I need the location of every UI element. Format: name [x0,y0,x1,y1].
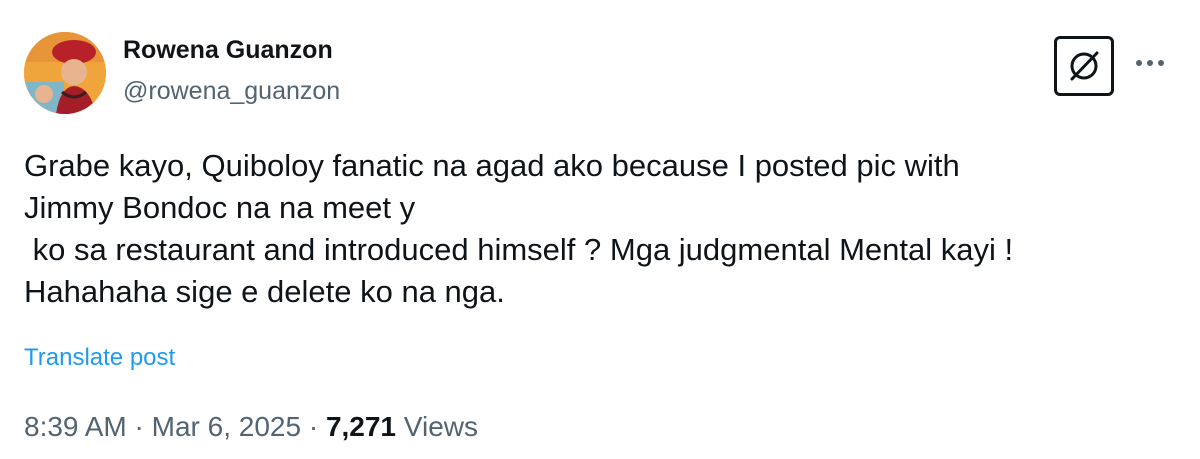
meta-separator: · [134,411,144,442]
post-text-line: Jimmy Bondoc na na meet y [24,190,416,225]
post-text: Grabe kayo, Quiboloy fanatic na agad ako… [24,145,1184,313]
post-text-line: Hahahaha sige e delete ko na nga. [24,274,505,309]
views-count: 7,271 [325,411,397,442]
post-time[interactable]: 8:39 AM [24,411,127,442]
author-display-name[interactable]: Rowena Guanzon [123,36,333,65]
more-horizontal-icon [1136,60,1164,66]
post-date[interactable]: Mar 6, 2025 [152,411,301,442]
views-label: Views [403,411,478,442]
translate-post-link[interactable]: Translate post [24,344,175,372]
author-handle[interactable]: @rowena_guanzon [123,77,340,106]
post-text-line: Grabe kayo, Quiboloy fanatic na agad ako… [24,148,960,183]
grok-icon [1070,51,1099,81]
post-metadata: 8:39 AM · Mar 6, 2025 · 7,271 Views [24,411,478,443]
meta-separator: · [308,411,319,442]
more-options-button[interactable] [1130,48,1170,78]
tweet: Rowena Guanzon @rowena_guanzon Grabe kay… [0,0,1200,459]
profile-photo-icon [24,32,106,114]
grok-button[interactable] [1054,36,1114,96]
post-text-line: ko sa restaurant and introduced himself … [24,232,1014,267]
avatar[interactable] [24,32,106,114]
